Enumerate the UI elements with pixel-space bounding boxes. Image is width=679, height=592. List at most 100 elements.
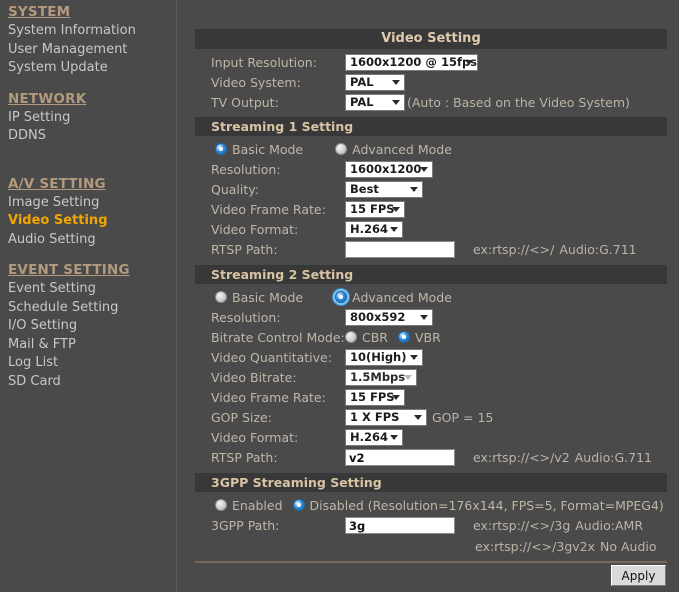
- sidebar-heading-av-setting: A/V SETTING: [8, 175, 106, 192]
- streaming1-quality-value: Best: [350, 182, 379, 196]
- top-settings-group: Input Resolution: 1600x1200 @ 15fps Vide…: [195, 49, 667, 114]
- chevron-down-icon: [392, 207, 400, 212]
- row-gop-size: GOP Size: 1 X FPS GOP = 15: [195, 407, 667, 427]
- streaming2-video-format-select[interactable]: H.264: [345, 428, 403, 446]
- streaming2-video-format-label: Video Format:: [211, 429, 299, 445]
- row-streaming2-rtsp-path: RTSP Path: ex:rtsp://<>/v2 Audio:G.711: [195, 447, 667, 468]
- chevron-down-icon: [404, 375, 412, 380]
- cbr-radio[interactable]: [345, 331, 357, 343]
- sidebar-item-image-setting[interactable]: Image Setting: [8, 194, 176, 213]
- streaming2-advanced-mode-radio-wrap[interactable]: Advanced Mode: [335, 290, 458, 305]
- sidebar-item-ddns[interactable]: DDNS: [8, 127, 176, 146]
- sidebar-item-user-management[interactable]: User Management: [8, 41, 176, 60]
- row-streaming1-quality: Quality: Best: [195, 179, 667, 199]
- chevron-down-icon: [392, 80, 400, 85]
- streaming1-rtsp-path-label: RTSP Path:: [211, 242, 278, 257]
- video-bitrate-label: Video Bitrate:: [211, 369, 297, 385]
- sidebar-item-video-setting[interactable]: Video Setting: [8, 212, 176, 231]
- video-bitrate-value: 1.5Mbps: [350, 370, 406, 384]
- streaming2-basic-mode-radio[interactable]: [215, 291, 227, 303]
- streaming2-resolution-select[interactable]: 800x592: [345, 308, 433, 326]
- sidebar-item-io-setting[interactable]: I/O Setting: [8, 317, 176, 336]
- video-system-label: Video System:: [211, 74, 301, 90]
- streaming2-rtsp-path-label: RTSP Path:: [211, 450, 278, 465]
- row-streaming1-frame-rate: Video Frame Rate: 15 FPS: [195, 199, 667, 219]
- sidebar-item-system-update[interactable]: System Update: [8, 59, 176, 78]
- row-streaming1-resolution: Resolution: 1600x1200: [195, 159, 667, 179]
- 3gpp-path-input[interactable]: [345, 517, 455, 534]
- apply-button[interactable]: Apply: [611, 565, 666, 586]
- streaming2-frame-rate-select[interactable]: 15 FPS: [345, 388, 405, 406]
- gop-size-label: GOP Size:: [211, 409, 272, 425]
- input-resolution-select[interactable]: 1600x1200 @ 15fps: [345, 53, 478, 71]
- streaming1-quality-select[interactable]: Best: [345, 180, 423, 198]
- 3gpp-path-example2: ex:rtsp://<>/3gv2x: [475, 539, 595, 554]
- row-input-resolution: Input Resolution: 1600x1200 @ 15fps: [195, 52, 667, 72]
- chevron-down-icon: [410, 355, 418, 360]
- row-streaming2-frame-rate: Video Frame Rate: 15 FPS: [195, 387, 667, 407]
- gop-size-value: 1 X FPS: [350, 410, 400, 424]
- video-quantitative-value: 10(High): [350, 350, 407, 364]
- streaming1-basic-mode-label: Basic Mode: [232, 141, 304, 157]
- streaming2-advanced-mode-radio[interactable]: [335, 291, 348, 303]
- 3gpp-disabled-radio-wrap[interactable]: Disabled (Resolution=176x144, FPS=5, For…: [292, 498, 670, 513]
- row-video-bitrate: Video Bitrate: 1.5Mbps: [195, 367, 667, 387]
- sidebar-item-sd-card[interactable]: SD Card: [8, 373, 176, 392]
- 3gpp-disabled-radio[interactable]: [292, 499, 305, 511]
- sidebar-item-audio-setting[interactable]: Audio Setting: [8, 231, 176, 250]
- streaming1-rtsp-path-input[interactable]: [345, 241, 455, 258]
- chevron-down-icon: [390, 227, 398, 232]
- 3gpp-path-example: ex:rtsp://<>/3g: [473, 518, 571, 533]
- streaming1-resolution-label: Resolution:: [211, 161, 281, 177]
- video-bitrate-select: 1.5Mbps: [345, 368, 417, 386]
- video-quantitative-select[interactable]: 10(High): [345, 348, 423, 366]
- sidebar-group-av-setting: A/V SETTING Image Setting Video Setting …: [8, 176, 176, 250]
- gop-size-select[interactable]: 1 X FPS: [345, 408, 427, 426]
- sidebar-item-mail-ftp[interactable]: Mail & FTP: [8, 336, 176, 355]
- streaming2-rtsp-path-input[interactable]: [345, 449, 455, 466]
- streaming1-advanced-mode-radio[interactable]: [335, 143, 348, 155]
- chevron-down-icon: [420, 315, 428, 320]
- streaming2-resolution-value: 800x592: [350, 310, 406, 324]
- 3gpp-enabled-label: Enabled: [232, 497, 283, 513]
- streaming1-advanced-mode-radio-wrap[interactable]: Advanced Mode: [335, 142, 458, 157]
- streaming1-quality-label: Quality:: [211, 181, 259, 197]
- streaming2-basic-mode-label: Basic Mode: [232, 289, 304, 305]
- vbr-radio[interactable]: [398, 331, 410, 343]
- 3gpp-enabled-radio-wrap[interactable]: Enabled: [215, 498, 289, 513]
- sidebar-item-event-setting[interactable]: Event Setting: [8, 280, 176, 299]
- sidebar-item-log-list[interactable]: Log List: [8, 354, 176, 373]
- sidebar-group-system: SYSTEM System Information User Managemen…: [8, 4, 176, 78]
- sidebar-item-schedule-setting[interactable]: Schedule Setting: [8, 299, 176, 318]
- streaming1-video-format-select[interactable]: H.264: [345, 220, 403, 238]
- streaming1-resolution-select[interactable]: 1600x1200: [345, 160, 433, 178]
- streaming2-advanced-mode-label: Advanced Mode: [352, 289, 452, 305]
- streaming1-frame-rate-select[interactable]: 15 FPS: [345, 200, 405, 218]
- streaming1-rtsp-example: ex:rtsp://<>/: [473, 242, 555, 257]
- 3gpp-path-audio: Audio:AMR: [575, 518, 644, 533]
- chevron-down-icon: [414, 415, 422, 420]
- gop-note: GOP = 15: [432, 409, 494, 425]
- streaming1-basic-mode-radio[interactable]: [215, 143, 227, 155]
- vbr-radio-wrap[interactable]: VBR: [398, 330, 447, 345]
- video-system-value: PAL: [350, 75, 374, 89]
- video-system-select[interactable]: PAL: [345, 73, 405, 91]
- video-setting-panel: Video Setting Input Resolution: 1600x120…: [195, 29, 667, 559]
- sidebar-item-ip-setting[interactable]: IP Setting: [8, 109, 176, 128]
- tv-output-select[interactable]: PAL: [345, 93, 405, 111]
- streaming2-video-format-value: H.264: [350, 430, 388, 444]
- streaming1-basic-mode-radio-wrap[interactable]: Basic Mode: [215, 142, 309, 157]
- streaming2-rtsp-example: ex:rtsp://<>/v2: [473, 450, 570, 465]
- cbr-radio-wrap[interactable]: CBR: [345, 330, 394, 345]
- row-streaming2-video-format: Video Format: H.264: [195, 427, 667, 447]
- sidebar-item-system-information[interactable]: System Information: [8, 22, 176, 41]
- sidebar-group-network: NETWORK IP Setting DDNS: [8, 91, 176, 146]
- streaming2-audio-note: Audio:G.711: [574, 450, 652, 465]
- 3gpp-enabled-radio[interactable]: [215, 499, 227, 511]
- streaming2-basic-mode-radio-wrap[interactable]: Basic Mode: [215, 290, 309, 305]
- streaming1-section-header: Streaming 1 Setting: [195, 117, 667, 136]
- row-streaming1-rtsp-path: RTSP Path: ex:rtsp://<>/ Audio:G.711: [195, 239, 667, 260]
- tv-output-note: (Auto : Based on the Video System): [407, 94, 630, 110]
- streaming1-frame-rate-label: Video Frame Rate:: [211, 201, 326, 217]
- bitrate-control-mode-label: Bitrate Control Mode:: [211, 329, 345, 345]
